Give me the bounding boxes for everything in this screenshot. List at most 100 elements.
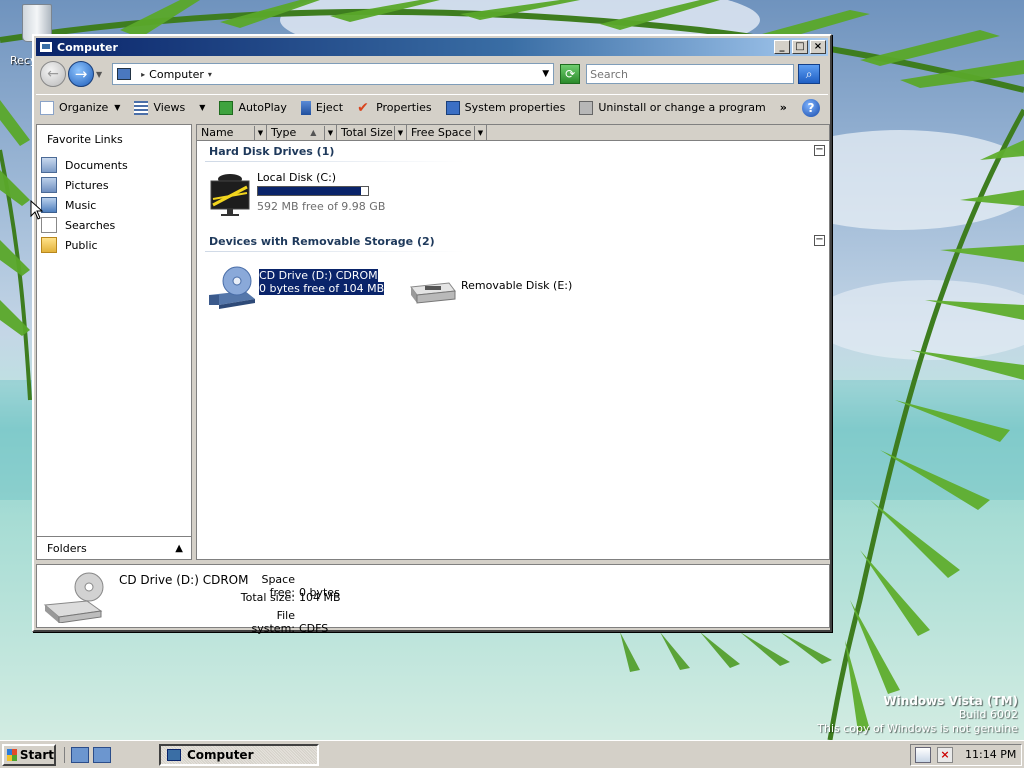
organize-label: Organize xyxy=(59,101,109,114)
watermark-genuine-notice: This copy of Windows is not genuine xyxy=(817,722,1018,735)
address-dropdown-icon[interactable]: ▼ xyxy=(542,69,549,79)
uninstall-program-button[interactable]: Uninstall or change a program xyxy=(575,97,769,119)
refresh-button[interactable]: ⟳ xyxy=(560,64,581,84)
computer-location-icon xyxy=(117,68,132,80)
eject-icon xyxy=(300,100,311,115)
drive-name: CD Drive (D:) CDROM xyxy=(259,269,378,282)
favorite-link-pictures[interactable]: Pictures xyxy=(37,175,191,195)
column-header-type[interactable]: Type ▲ ▼ xyxy=(267,125,337,140)
forward-arrow-icon: → xyxy=(74,65,88,83)
search-icon: ⌕ xyxy=(805,67,813,81)
switch-windows-icon[interactable] xyxy=(93,746,111,763)
title-bar[interactable]: Computer _ □ × xyxy=(36,38,828,56)
taskbar-button-computer[interactable]: Computer xyxy=(159,743,319,766)
windows-flag-icon xyxy=(7,748,17,761)
column-filter-dropdown-icon[interactable]: ▼ xyxy=(324,125,336,140)
column-free-space-label: Free Space xyxy=(411,126,472,139)
favorite-link-music[interactable]: Music xyxy=(37,195,191,215)
group-header-hard-disk-drives[interactable]: Hard Disk Drives (1) xyxy=(209,145,334,158)
views-button[interactable]: Views ▼ xyxy=(130,97,209,119)
show-desktop-icon[interactable] xyxy=(71,746,89,763)
watermark-product: Windows Vista (TM) xyxy=(883,694,1018,708)
documents-icon xyxy=(41,157,57,173)
details-total-size-value: 104 MB xyxy=(299,591,341,604)
properties-button[interactable]: ✔ Properties xyxy=(353,97,436,119)
window-title: Computer xyxy=(57,40,118,54)
folders-toggle[interactable]: Folders ▲ xyxy=(36,536,192,560)
details-file-system-value: CDFS xyxy=(299,622,329,635)
capacity-bar-fill xyxy=(258,187,362,195)
quick-launch xyxy=(64,746,111,763)
network-disconnected-icon[interactable]: × xyxy=(937,746,953,763)
column-header-total-size[interactable]: Total Size ▼ xyxy=(337,125,407,140)
address-box[interactable]: ▸ Computer ▾ ▼ xyxy=(112,63,555,85)
search-button[interactable]: ⌕ xyxy=(798,64,821,84)
uninstall-program-label: Uninstall or change a program xyxy=(598,101,766,114)
taskbar-button-label: Computer xyxy=(187,747,254,762)
clock[interactable]: 11:14 PM xyxy=(965,748,1016,761)
column-header-free-space[interactable]: Free Space ▼ xyxy=(407,125,487,140)
drive-name: Local Disk (C:) xyxy=(257,171,337,184)
programs-icon xyxy=(579,100,594,115)
minimize-button[interactable]: _ xyxy=(774,40,790,54)
favorite-link-searches[interactable]: Searches xyxy=(37,215,191,235)
group-divider xyxy=(205,161,465,162)
column-total-size-label: Total Size xyxy=(341,126,393,139)
drive-item-cd-drive-d[interactable]: CD Drive (D:) CDROM 0 bytes free of 104 … xyxy=(205,265,385,309)
folders-label: Folders xyxy=(47,541,87,555)
autoplay-button[interactable]: AutoPlay xyxy=(215,97,290,119)
help-button[interactable]: ? xyxy=(802,98,820,117)
breadcrumb-computer[interactable]: Computer xyxy=(149,68,204,81)
favorite-link-label: Pictures xyxy=(65,178,109,192)
system-properties-label: System properties xyxy=(464,101,566,114)
computer-icon xyxy=(39,41,53,53)
maximize-button[interactable]: □ xyxy=(792,40,808,54)
autoplay-label: AutoPlay xyxy=(238,101,287,114)
drive-item-local-disk-c[interactable]: Local Disk (C:) 592 MB free of 9.98 GB xyxy=(209,171,385,217)
column-filter-dropdown-icon[interactable]: ▼ xyxy=(394,125,406,140)
column-filter-dropdown-icon[interactable]: ▼ xyxy=(474,125,486,140)
public-folder-icon xyxy=(41,237,57,253)
close-button[interactable]: × xyxy=(810,40,826,54)
collapse-group-icon[interactable]: − xyxy=(814,235,825,246)
organize-button[interactable]: Organize ▼ xyxy=(36,97,124,119)
column-type-label: Type xyxy=(271,126,297,139)
favorite-link-public[interactable]: Public xyxy=(37,235,191,255)
properties-check-icon: ✔ xyxy=(357,99,369,116)
notification-area: × 11:14 PM xyxy=(910,743,1022,766)
eject-button[interactable]: Eject xyxy=(297,97,347,119)
drive-free-space: 0 bytes free of 104 MB xyxy=(259,282,385,295)
column-filter-dropdown-icon[interactable]: ▼ xyxy=(254,125,266,140)
breadcrumb-chevron-icon[interactable]: ▾ xyxy=(208,70,212,79)
refresh-icon: ⟳ xyxy=(565,67,576,81)
security-center-icon[interactable] xyxy=(915,746,931,763)
capacity-bar xyxy=(257,186,369,196)
computer-icon xyxy=(167,748,181,761)
file-list-pane: Name ▼ Type ▲ ▼ Total Size ▼ Free Space … xyxy=(196,124,830,560)
system-properties-button[interactable]: System properties xyxy=(442,97,570,119)
group-divider xyxy=(205,251,465,252)
recent-pages-dropdown-icon[interactable]: ▼ xyxy=(96,70,102,79)
details-total-size: Total size: 104 MB xyxy=(237,591,341,604)
start-button[interactable]: Start xyxy=(2,743,56,766)
search-input[interactable] xyxy=(586,64,795,84)
collapse-group-icon[interactable]: − xyxy=(814,145,825,156)
chevron-down-icon: ▼ xyxy=(114,103,121,112)
chevron-down-icon: ▼ xyxy=(199,103,206,112)
os-watermark: Windows Vista (TM) Build 6002 This copy … xyxy=(758,694,1018,736)
favorite-link-documents[interactable]: Documents xyxy=(37,155,191,175)
forward-button[interactable]: → xyxy=(68,61,94,87)
drive-name: Removable Disk (E:) xyxy=(461,279,573,292)
more-commands-button[interactable]: » xyxy=(776,97,791,119)
mouse-pointer-icon xyxy=(30,200,44,220)
breadcrumb-separator-icon[interactable]: ▸ xyxy=(141,70,145,79)
autoplay-icon xyxy=(219,100,234,115)
taskbar: Start Computer × 11:14 PM xyxy=(0,740,1024,768)
eject-label: Eject xyxy=(315,101,344,114)
views-icon xyxy=(134,100,149,115)
details-total-size-label: Total size: xyxy=(240,591,295,604)
column-header-name[interactable]: Name ▼ xyxy=(197,125,267,140)
group-header-removable-storage[interactable]: Devices with Removable Storage (2) xyxy=(209,235,435,248)
back-button[interactable]: ← xyxy=(40,61,66,87)
drive-item-removable-disk-e[interactable]: Removable Disk (E:) xyxy=(409,275,572,305)
